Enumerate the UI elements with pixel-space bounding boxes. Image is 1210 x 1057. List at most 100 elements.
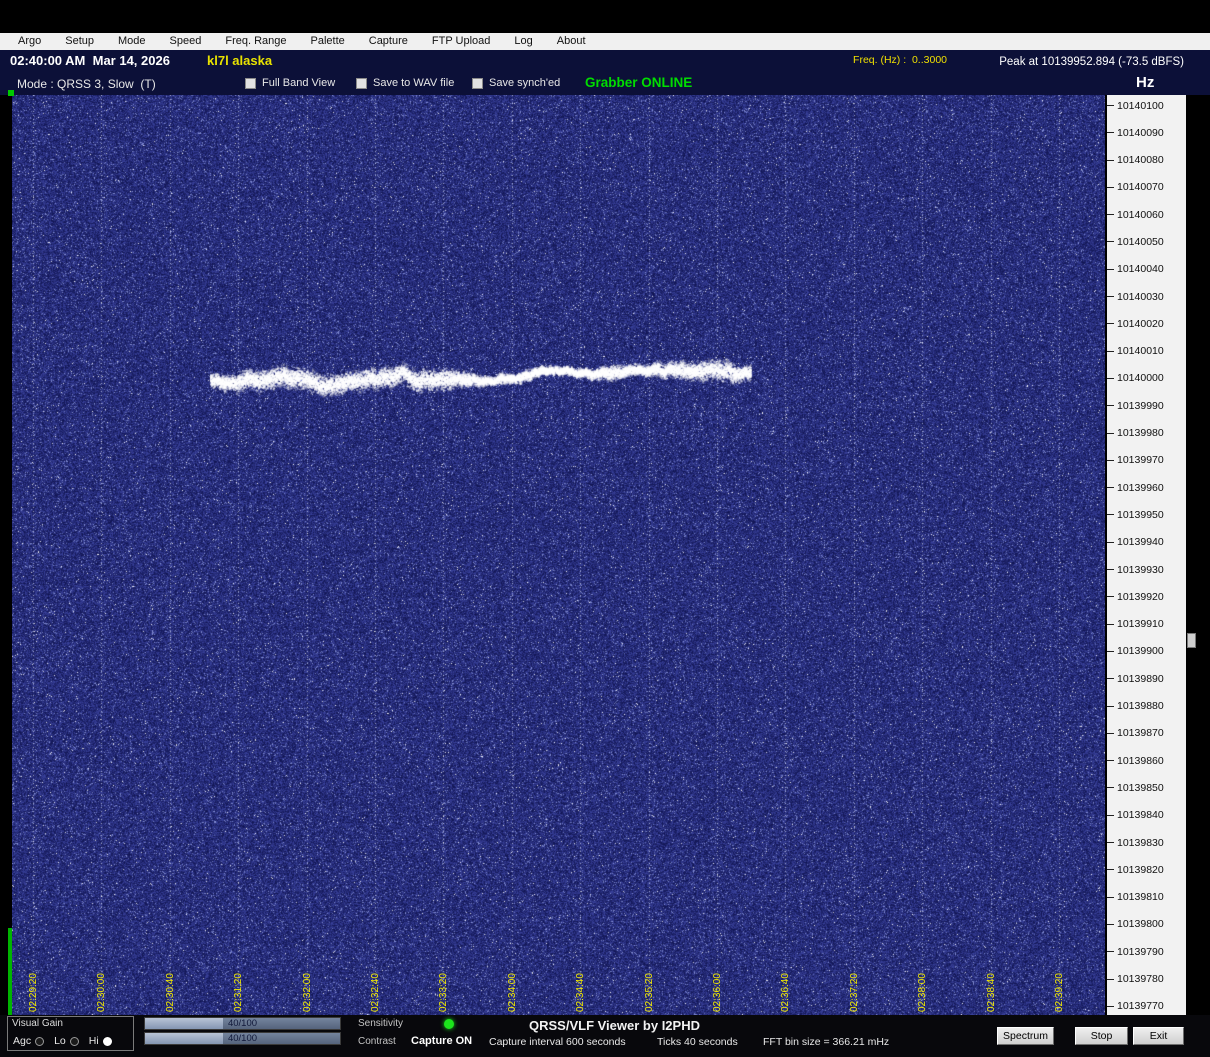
- freq-tick: [1107, 596, 1114, 598]
- contrast-slider[interactable]: 40/100: [144, 1032, 341, 1045]
- freq-scale-row: 10139900: [1107, 645, 1186, 657]
- agc-radio[interactable]: [35, 1036, 45, 1046]
- menu-item-argo[interactable]: Argo: [6, 33, 53, 50]
- sensitivity-value: 40/100: [227, 1018, 258, 1029]
- freq-label: 10139810: [1117, 891, 1164, 904]
- menu-item-capture[interactable]: Capture: [357, 33, 420, 50]
- capture-led-icon: [444, 1019, 454, 1029]
- freq-label: 10139870: [1117, 727, 1164, 740]
- freq-scale-row: 10139930: [1107, 563, 1186, 576]
- checkbox-save-wav[interactable]: Save to WAV file: [356, 77, 454, 89]
- exit-button[interactable]: Exit: [1133, 1027, 1184, 1045]
- freq-tick: [1107, 186, 1114, 188]
- capture-status: Capture ON: [411, 1035, 473, 1047]
- menu-item-log[interactable]: Log: [502, 33, 544, 50]
- freq-scale-row: 10139790: [1107, 945, 1186, 958]
- freq-label: 10139950: [1117, 508, 1164, 521]
- freq-label: 10139990: [1117, 399, 1164, 412]
- freq-scale-row: 10139830: [1107, 836, 1186, 849]
- menu-item-setup[interactable]: Setup: [53, 33, 106, 50]
- menu-item-about[interactable]: About: [545, 33, 598, 50]
- freq-tick: [1107, 432, 1114, 434]
- freq-label: 10139830: [1117, 836, 1164, 849]
- freq-label: 10140070: [1117, 181, 1164, 194]
- freq-tick: [1107, 705, 1114, 707]
- freq-label: 10139850: [1117, 781, 1164, 794]
- freq-scale-row: 10140090: [1107, 127, 1186, 139]
- menu-item-freq-range[interactable]: Freq. Range: [213, 33, 298, 50]
- freq-scale-row: 10139880: [1107, 700, 1186, 713]
- level-indicator-bar: [8, 928, 12, 1015]
- checkbox-box[interactable]: [472, 77, 483, 89]
- freq-scale-row: 10139890: [1107, 672, 1186, 685]
- freq-label: 10139790: [1117, 945, 1164, 958]
- menu-item-speed[interactable]: Speed: [158, 33, 214, 50]
- freq-tick: [1107, 268, 1114, 270]
- visual-gain-label: Visual Gain: [12, 1018, 63, 1029]
- freq-scale-row: 10139770: [1107, 1000, 1186, 1012]
- freq-tick: [1107, 514, 1114, 516]
- freq-scale-row: 10139800: [1107, 918, 1186, 931]
- freq-tick: [1107, 159, 1114, 161]
- freq-tick: [1107, 978, 1114, 980]
- freq-tick: [1107, 350, 1114, 352]
- freq-scale-row: 10140010: [1107, 345, 1186, 357]
- agc-radio-label: Agc: [13, 1035, 32, 1047]
- freq-label: 10139800: [1117, 918, 1164, 931]
- freq-unit-label: Hz: [1136, 74, 1155, 91]
- mode-readout: Mode : QRSS 3, Slow (T): [17, 77, 156, 91]
- menu-item-mode[interactable]: Mode: [106, 33, 158, 50]
- freq-label: 10139820: [1117, 863, 1164, 876]
- freq-range-readout: Freq. (Hz) : 0..3000: [853, 54, 947, 66]
- freq-scale-row: 10140000: [1107, 372, 1186, 384]
- hi-radio[interactable]: [102, 1036, 112, 1046]
- freq-label: 10140050: [1117, 235, 1164, 248]
- freq-tick: [1107, 105, 1114, 106]
- capture-interval-info: Capture interval 600 seconds: [489, 1036, 626, 1048]
- freq-scale-row: 10139810: [1107, 891, 1186, 904]
- freq-scale-row: 10139820: [1107, 863, 1186, 876]
- checkbox-box[interactable]: [245, 77, 256, 89]
- freq-label: 10139930: [1117, 563, 1164, 576]
- freq-tick: [1107, 650, 1114, 652]
- mode-toolbar: Mode : QRSS 3, Slow (T) Full Band View S…: [0, 72, 1210, 95]
- fft-bin-info: FFT bin size = 366.21 mHz: [763, 1036, 890, 1048]
- freq-scale-row: 10139870: [1107, 727, 1186, 740]
- freq-tick: [1107, 241, 1114, 243]
- spectrogram-canvas: [12, 95, 1105, 1015]
- freq-tick: [1107, 814, 1114, 816]
- checkbox-save-synched[interactable]: Save synch'ed: [472, 77, 560, 89]
- freq-scale-row: 10139980: [1107, 427, 1186, 440]
- freq-tick: [1107, 487, 1114, 489]
- visual-gain-groupbox: Visual Gain Agc Lo Hi: [7, 1016, 134, 1051]
- waterfall-display: 02:29:20 02:30:00 02:30:40 02:31:20 02:32:00…: [12, 95, 1105, 1015]
- gain-radio-group: Agc Lo Hi: [13, 1035, 122, 1047]
- freq-label: 10140060: [1117, 208, 1164, 221]
- checkbox-box[interactable]: [356, 77, 367, 89]
- menu-item-ftp-upload[interactable]: FTP Upload: [420, 33, 503, 50]
- freq-scroll-thumb[interactable]: [1187, 633, 1196, 648]
- freq-tick: [1107, 678, 1114, 680]
- freq-tick: [1107, 923, 1114, 925]
- freq-tick: [1107, 869, 1114, 871]
- freq-label: 10139880: [1117, 700, 1164, 713]
- app-title: QRSS/VLF Viewer by I2PHD: [529, 1018, 700, 1033]
- spectrum-button[interactable]: Spectrum: [997, 1027, 1054, 1045]
- freq-scale-row: 10140030: [1107, 291, 1186, 303]
- freq-label: 10139890: [1117, 672, 1164, 685]
- freq-scale-row: 10139990: [1107, 399, 1186, 412]
- freq-scale-row: 10140100: [1107, 100, 1186, 112]
- freq-tick: [1107, 787, 1114, 789]
- checkbox-full-band-view[interactable]: Full Band View: [245, 77, 335, 89]
- freq-scale-row: 10140050: [1107, 235, 1186, 248]
- freq-scale-row: 10139950: [1107, 508, 1186, 521]
- stop-button[interactable]: Stop: [1075, 1027, 1128, 1045]
- freq-scale-row: 10139940: [1107, 536, 1186, 548]
- freq-label: 10140040: [1117, 263, 1164, 276]
- checkbox-label: Save synch'ed: [489, 77, 561, 89]
- freq-label: 10139780: [1117, 973, 1164, 985]
- freq-label: 10139980: [1117, 427, 1164, 440]
- menu-item-palette[interactable]: Palette: [299, 33, 357, 50]
- lo-radio[interactable]: [69, 1036, 79, 1046]
- sensitivity-slider[interactable]: 40/100: [144, 1017, 341, 1030]
